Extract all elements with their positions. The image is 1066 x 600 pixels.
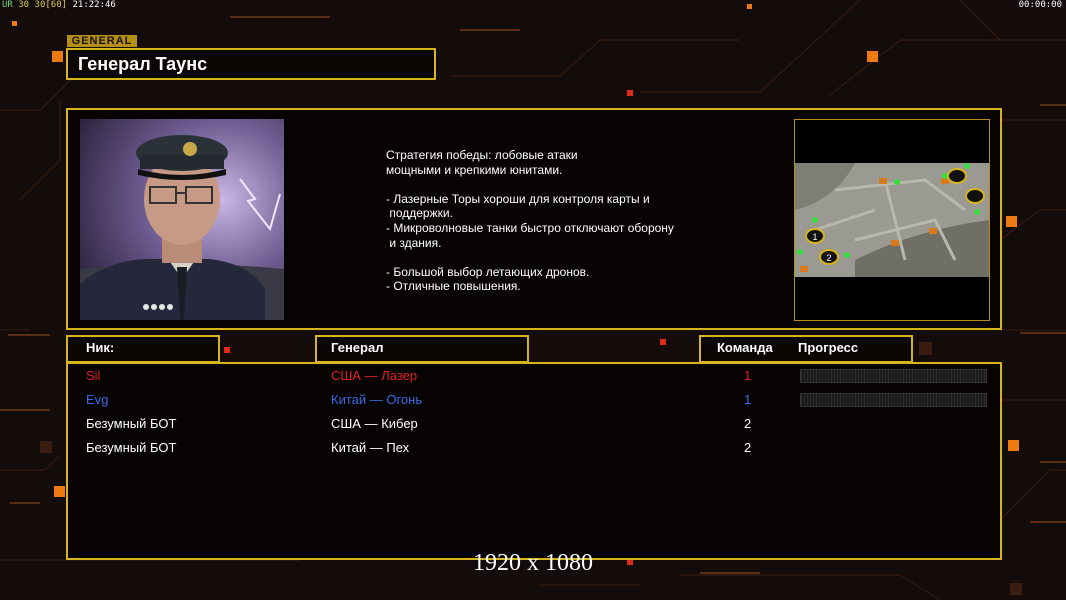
strategy-line: - Большой выбор летающих дронов. <box>386 264 590 279</box>
general-info-panel: Стратегия победы: лобовые атаки мощными … <box>66 108 1002 330</box>
player-team: 2 <box>744 416 752 431</box>
clock: 21:22:46 <box>72 0 116 10</box>
column-header-team-progress: Команда Прогресс <box>699 335 913 363</box>
column-header-nick: Ник: <box>66 335 220 363</box>
strategy-line: мощными и крепкими юнитами. <box>386 162 563 177</box>
loading-progress-bar <box>800 393 987 407</box>
start-marker: 1 <box>812 232 817 242</box>
fps-a: 30 <box>18 0 30 10</box>
ur-label: UR <box>2 0 13 10</box>
player-team: 1 <box>744 392 752 407</box>
map-preview[interactable]: 1 2 <box>794 119 990 321</box>
player-nick: Evg <box>86 392 109 407</box>
game-timer: 00:00:00 <box>1018 0 1062 10</box>
perf-readout: UR 30 30[60] 21:22:46 <box>2 0 116 10</box>
resolution-label: 1920 x 1080 <box>473 550 593 576</box>
fps-c: [60] <box>45 0 68 10</box>
player-general: США — Кибер <box>331 416 418 431</box>
player-row[interactable]: Безумный БОТ США — Кибер 2 <box>68 413 1000 435</box>
header-progress-label: Прогресс <box>798 340 859 355</box>
player-nick: Sil <box>86 368 101 383</box>
player-general: Китай — Пех <box>331 440 410 455</box>
header-team-label: Команда <box>717 340 773 355</box>
start-marker: 2 <box>826 253 831 263</box>
player-row[interactable]: Sil США — Лазер 1 <box>68 365 1000 387</box>
header-nick-label: Ник: <box>86 340 115 355</box>
player-nick: Безумный БОТ <box>86 416 177 431</box>
strategy-line: Стратегия победы: лобовые атаки <box>386 148 578 162</box>
player-general: США — Лазер <box>331 368 418 383</box>
player-list: Sil США — Лазер 1 Evg Китай — Огонь 1 Безумный… <box>66 362 1002 560</box>
column-header-general: Генерал <box>315 335 529 363</box>
player-row[interactable]: Безумный БОТ Китай — Пех 2 <box>68 437 1000 459</box>
strategy-line: поддержки. <box>386 206 453 221</box>
general-name: Генерал Таунс <box>78 54 208 74</box>
strategy-line: и здания. <box>386 235 442 250</box>
general-portrait <box>80 119 284 320</box>
player-team: 1 <box>744 368 752 383</box>
general-name-box: Генерал Таунс <box>66 48 436 80</box>
general-tag: GENERAL <box>67 35 137 47</box>
header-general-label: Генерал <box>331 340 384 355</box>
player-general: Китай — Огонь <box>331 392 423 407</box>
strategy-line: - Микроволновые танки быстро отключают о… <box>386 220 674 235</box>
player-row[interactable]: Evg Китай — Огонь 1 <box>68 389 1000 411</box>
strategy-line: - Лазерные Торы хороши для контроля карт… <box>386 191 650 206</box>
player-team: 2 <box>744 440 752 455</box>
fps-b: 30 <box>34 0 46 10</box>
strategy-line: - Отличные повышения. <box>386 279 521 294</box>
strategy-description: Стратегия победы: лобовые атаки мощными … <box>386 148 726 294</box>
loading-progress-bar <box>800 369 987 383</box>
player-nick: Безумный БОТ <box>86 440 177 455</box>
